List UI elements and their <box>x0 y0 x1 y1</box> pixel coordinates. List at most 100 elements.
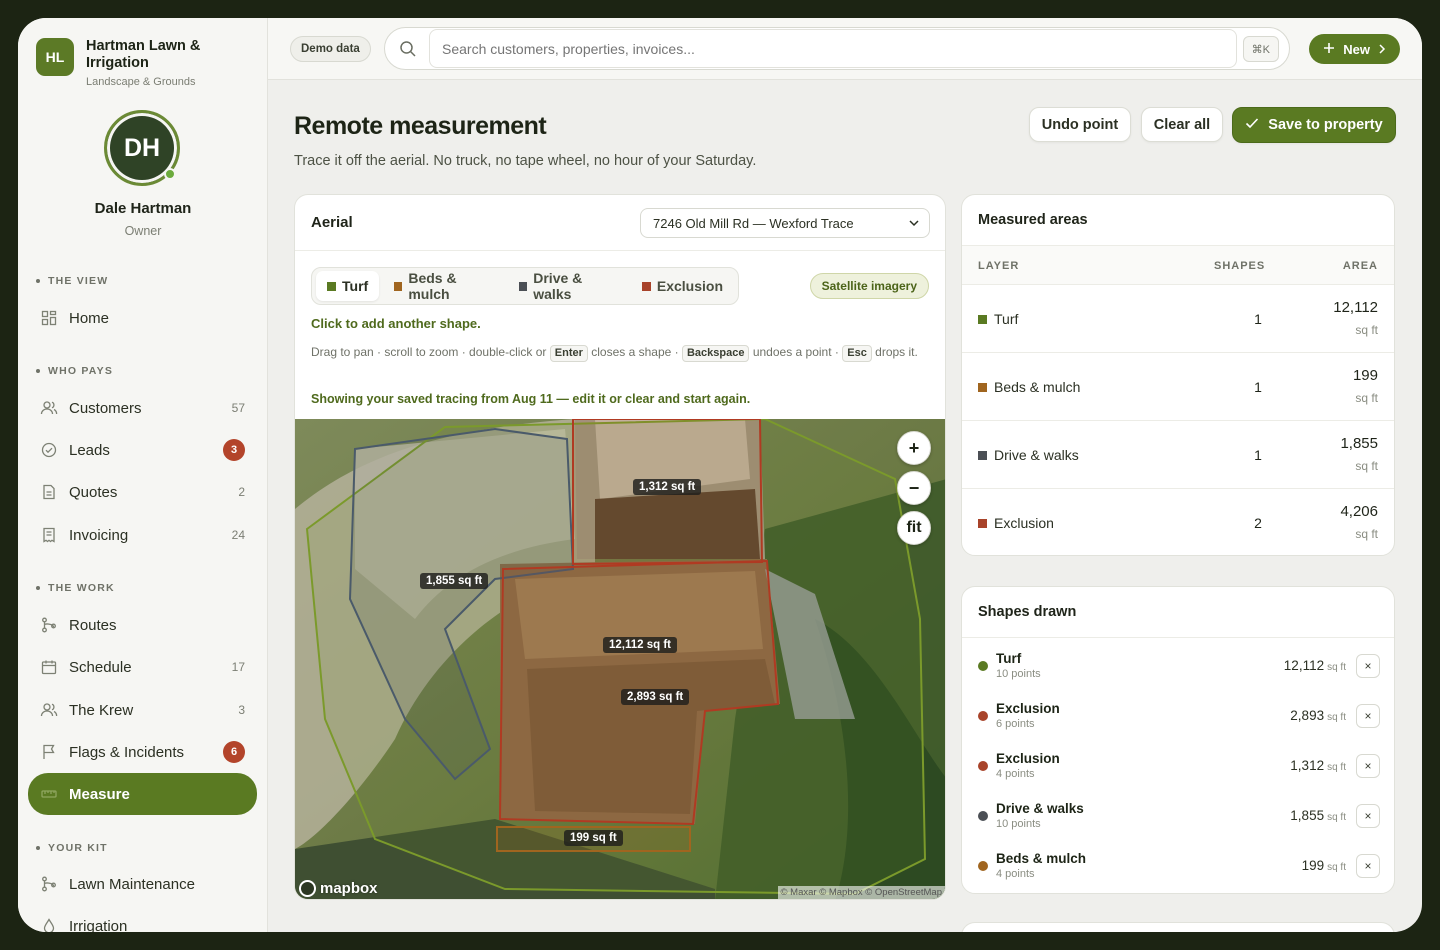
hint-saved: Showing your saved tracing from Aug 11 —… <box>311 392 751 406</box>
online-status-dot <box>164 168 176 180</box>
list-item[interactable]: Turf 10 points 12,112 sq ft × <box>962 642 1394 692</box>
tab-label: Drive & walks <box>533 270 583 302</box>
search-box: ⌘K <box>384 27 1290 70</box>
shape-area: 1,855 sq ft <box>1290 808 1346 823</box>
shape-area: 12,112 sq ft <box>1284 658 1346 673</box>
sidebar-item-leads[interactable]: Leads 3 <box>28 430 257 470</box>
shape-points: 6 points <box>996 718 1035 730</box>
new-button[interactable]: New <box>1309 34 1400 64</box>
tab-turf[interactable]: Turf <box>316 271 380 301</box>
sidebar-item-measure[interactable]: Measure <box>28 773 257 815</box>
mapbox-logo[interactable]: mapbox <box>299 880 378 897</box>
aerial-map[interactable]: 1,312 sq ft 1,855 sq ft 12,112 sq ft 2,8… <box>295 419 945 899</box>
exclusion-swatch-icon <box>978 518 987 528</box>
remove-shape-button[interactable]: × <box>1356 654 1380 678</box>
top-bar: Demo data ⌘K New <box>268 18 1422 80</box>
tab-beds-mulch[interactable]: Beds & mulch <box>383 270 504 302</box>
sidebar-item-routes[interactable]: Routes <box>28 605 257 645</box>
measured-areas-title: Measured areas <box>978 212 1088 228</box>
sidebar-item-irrigation[interactable]: Irrigation <box>28 906 257 932</box>
clear-all-button[interactable]: Clear all <box>1141 107 1223 142</box>
brand[interactable]: HL Hartman Lawn & Irrigation Landscape &… <box>36 38 226 88</box>
next-card <box>961 922 1395 932</box>
layer-cell: Exclusion <box>978 515 1054 531</box>
sidebar-item-quotes[interactable]: Quotes 2 <box>28 472 257 512</box>
sidebar-item-invoicing[interactable]: Invoicing 24 <box>28 515 257 555</box>
save-to-property-button[interactable]: Save to property <box>1232 107 1396 143</box>
shape-name: Turf <box>996 651 1022 666</box>
sidebar-item-label: Quotes <box>69 483 118 501</box>
exclusion-swatch-icon <box>641 281 651 291</box>
table-row: Turf 1 12,112 sq ft <box>962 285 1394 353</box>
tab-drive-walks[interactable]: Drive & walks <box>508 270 627 302</box>
layer-cell: Drive & walks <box>978 447 1079 463</box>
map-attribution[interactable]: © Maxar © Mapbox © OpenStreetMap <box>777 886 945 899</box>
turf-swatch-icon <box>978 314 987 324</box>
sidebar-item-home[interactable]: Home <box>28 298 257 338</box>
zoom-in-button[interactable]: + <box>897 431 931 465</box>
area-unit: sq ft <box>1355 527 1378 541</box>
hint-controls: Drag to pan · scroll to zoom · double-cl… <box>311 343 931 362</box>
sidebar-item-flags-incidents[interactable]: Flags & Incidents 6 <box>28 732 257 772</box>
area-unit: sq ft <box>1355 391 1378 405</box>
shape-area-unit: sq ft <box>1327 762 1346 773</box>
sidebar-item-label: Home <box>69 309 110 327</box>
sidebar-item-label: Flags & Incidents <box>69 743 185 761</box>
tab-label: Beds & mulch <box>408 270 457 302</box>
sidebar-item-schedule[interactable]: Schedule 17 <box>28 647 257 687</box>
shape-name: Exclusion <box>996 751 1060 766</box>
section-label-the-view: THE VIEW <box>36 275 108 287</box>
satellite-imagery-toggle[interactable]: Satellite imagery <box>809 273 929 299</box>
calendar-icon <box>40 658 58 676</box>
plus-icon <box>1323 42 1335 57</box>
area-value: 1,855 <box>1340 435 1378 452</box>
sidebar-item-label: Schedule <box>69 658 132 676</box>
remove-shape-button[interactable]: × <box>1356 754 1380 778</box>
drive-dot-icon <box>978 811 988 821</box>
list-item[interactable]: Exclusion 4 points 1,312 sq ft × <box>962 742 1394 792</box>
grid-icon <box>40 309 58 327</box>
remove-shape-button[interactable]: × <box>1356 854 1380 878</box>
remove-shape-button[interactable]: × <box>1356 804 1380 828</box>
sidebar-item-lawn-maintenance[interactable]: Lawn Maintenance <box>28 864 257 904</box>
address-select[interactable]: 7246 Old Mill Rd — Wexford Trace <box>640 208 930 238</box>
page-subtitle: Trace it off the aerial. No truck, no ta… <box>294 153 757 169</box>
tab-exclusion[interactable]: Exclusion <box>631 271 734 301</box>
hint-click: Click to add another shape. <box>311 316 481 331</box>
layer-name: Turf <box>994 311 1019 327</box>
shape-name: Drive & walks <box>996 801 1084 816</box>
demo-data-pill[interactable]: Demo data <box>290 36 371 62</box>
receipt-icon <box>40 526 58 544</box>
list-item[interactable]: Beds & mulch 4 points 199 sq ft × <box>962 842 1394 892</box>
shape-area-value: 1,312 <box>1290 758 1325 773</box>
undo-point-button[interactable]: Undo point <box>1029 107 1131 142</box>
table-row: Beds & mulch 1 199 sq ft <box>962 353 1394 421</box>
fit-button[interactable]: fit <box>897 511 931 545</box>
new-button-label: New <box>1343 41 1370 57</box>
zoom-out-button[interactable]: − <box>897 471 931 505</box>
satellite-image <box>295 419 945 899</box>
section-label-who-pays: WHO PAYS <box>36 365 113 377</box>
mapbox-label: mapbox <box>320 880 378 897</box>
shapes-count: 1 <box>1254 379 1262 395</box>
search-input[interactable] <box>429 29 1237 68</box>
sidebar-item-the-krew[interactable]: The Krew 3 <box>28 690 257 730</box>
remove-shape-button[interactable]: × <box>1356 704 1380 728</box>
shape-area: 2,893 sq ft <box>1290 708 1346 723</box>
chevron-right-icon <box>1378 42 1386 57</box>
flag-icon <box>40 743 58 761</box>
shape-points: 4 points <box>996 768 1035 780</box>
drive-swatch-icon <box>519 281 528 291</box>
list-item[interactable]: Exclusion 6 points 2,893 sq ft × <box>962 692 1394 742</box>
count-badge: 24 <box>231 528 245 542</box>
drive-swatch-icon <box>978 450 987 460</box>
user-avatar[interactable]: DH <box>104 110 180 186</box>
area-unit: sq ft <box>1355 459 1378 473</box>
sidebar-item-customers[interactable]: Customers 57 <box>28 388 257 428</box>
users-icon <box>40 701 58 719</box>
shapes-count: 2 <box>1254 515 1262 531</box>
count-badge: 2 <box>238 485 245 499</box>
area-label-beds: 199 sq ft <box>564 830 623 846</box>
list-item[interactable]: Drive & walks 10 points 1,855 sq ft × <box>962 792 1394 842</box>
tab-label: Exclusion <box>656 278 723 294</box>
